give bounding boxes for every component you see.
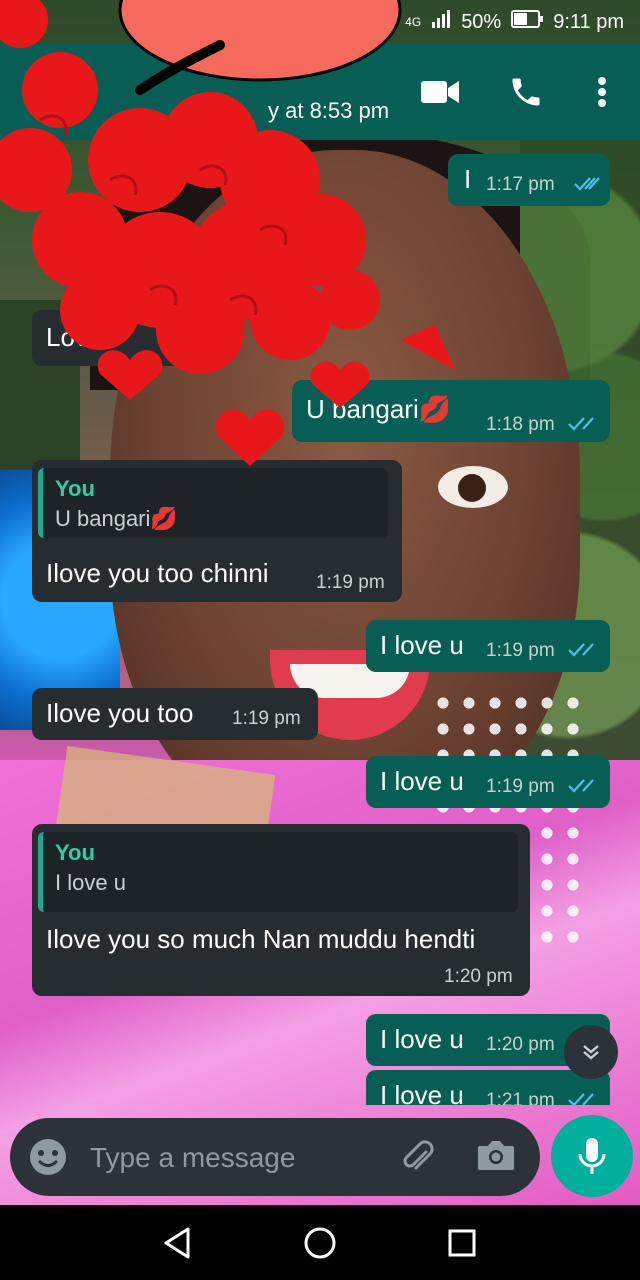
phone-icon (512, 78, 540, 106)
message-time: 1:19 pm (232, 708, 301, 729)
emoji-button[interactable] (28, 1137, 68, 1182)
attach-button[interactable] (398, 1138, 438, 1183)
home-button[interactable] (300, 1223, 340, 1263)
recents-square-icon (448, 1229, 476, 1257)
message-text: Love (46, 322, 103, 352)
message-composer (10, 1118, 540, 1196)
message-bubble-incoming[interactable]: Ilove you too 1:19 pm (32, 688, 318, 740)
message-text: I love u (380, 1024, 464, 1054)
double-check-icon (568, 643, 594, 657)
quote-author: You (55, 476, 95, 501)
video-camera-icon (421, 81, 459, 103)
quote-text: U bangari💋 (55, 506, 178, 531)
message-bubble-outgoing[interactable]: I love u 1:19 pm (366, 756, 610, 808)
clock: 9:11 pm (553, 10, 624, 33)
message-text: Ilove you so much Nan muddu hendti (46, 924, 476, 954)
recents-button[interactable] (442, 1223, 482, 1263)
quoted-message[interactable]: You U bangari💋 (38, 468, 388, 538)
back-triangle-icon (164, 1227, 190, 1259)
message-text: Ilove you too (46, 698, 194, 728)
message-text: U bangari💋 (306, 394, 452, 424)
message-time: 1:19 pm (486, 640, 555, 661)
status-bar: 4G 50% 9:11 pm (0, 0, 640, 44)
message-bubble-outgoing[interactable]: I love u 1:21 pm (366, 1070, 610, 1105)
more-vert-icon (598, 77, 606, 107)
message-input[interactable] (88, 1134, 392, 1182)
message-text: I love u (380, 1080, 464, 1105)
emoji-icon (30, 1139, 66, 1175)
battery-icon (511, 10, 544, 34)
message-time: 1:21 pm (486, 1090, 555, 1105)
message-bubble-incoming[interactable]: Love (32, 310, 182, 366)
system-navigation-bar (0, 1205, 640, 1280)
message-time: 1:20 pm (444, 966, 513, 987)
double-check-icon (574, 177, 600, 191)
message-bubble-incoming-reply[interactable]: You I love u Ilove you so much Nan muddu… (32, 824, 530, 996)
chevron-double-down-icon (583, 1045, 599, 1060)
battery-percent: 50% (461, 10, 502, 33)
message-bubble-outgoing[interactable]: I 1:17 pm (448, 154, 610, 206)
mic-icon (578, 1138, 606, 1174)
signal-icon (431, 10, 451, 34)
double-check-icon (568, 417, 594, 431)
message-time: 1:19 pm (486, 776, 555, 797)
paperclip-icon (403, 1140, 434, 1170)
message-time: 1:20 pm (486, 1034, 555, 1055)
voice-call-button[interactable] (502, 68, 550, 116)
chat-header: y at 8:53 pm (0, 44, 640, 140)
message-time: 1:17 pm (486, 174, 555, 195)
message-text: I love u (380, 630, 464, 660)
double-check-icon (568, 1093, 594, 1105)
more-options-button[interactable] (578, 68, 626, 116)
camera-icon (478, 1141, 514, 1170)
message-text: Ilove you too chinni (46, 558, 269, 588)
message-bubble-incoming-reply[interactable]: You U bangari💋 Ilove you too chinni 1:19… (32, 460, 402, 602)
message-list[interactable]: I 1:17 pm Love U bangari💋 1:18 pm You U … (0, 140, 640, 1105)
message-time: 1:19 pm (316, 572, 385, 593)
voice-record-button[interactable] (551, 1115, 633, 1197)
quote-author: You (55, 840, 95, 865)
message-bubble-outgoing[interactable]: U bangari💋 1:18 pm (292, 380, 610, 442)
double-check-icon (568, 779, 594, 793)
message-bubble-outgoing[interactable]: I love u 1:19 pm (366, 620, 610, 672)
message-text: I (464, 164, 472, 194)
home-circle-icon (304, 1227, 336, 1259)
last-seen-status: y at 8:53 pm (268, 98, 390, 123)
back-button[interactable] (158, 1223, 198, 1263)
camera-button[interactable] (476, 1138, 516, 1179)
message-time: 1:18 pm (486, 414, 555, 435)
quoted-message[interactable]: You I love u (38, 832, 518, 912)
message-text: I love u (380, 766, 464, 796)
scroll-to-bottom-button[interactable] (564, 1025, 618, 1079)
video-call-button[interactable] (416, 68, 464, 116)
quote-text: I love u (55, 870, 126, 895)
eye-icon (371, 11, 396, 34)
network-type: 4G (405, 15, 422, 29)
